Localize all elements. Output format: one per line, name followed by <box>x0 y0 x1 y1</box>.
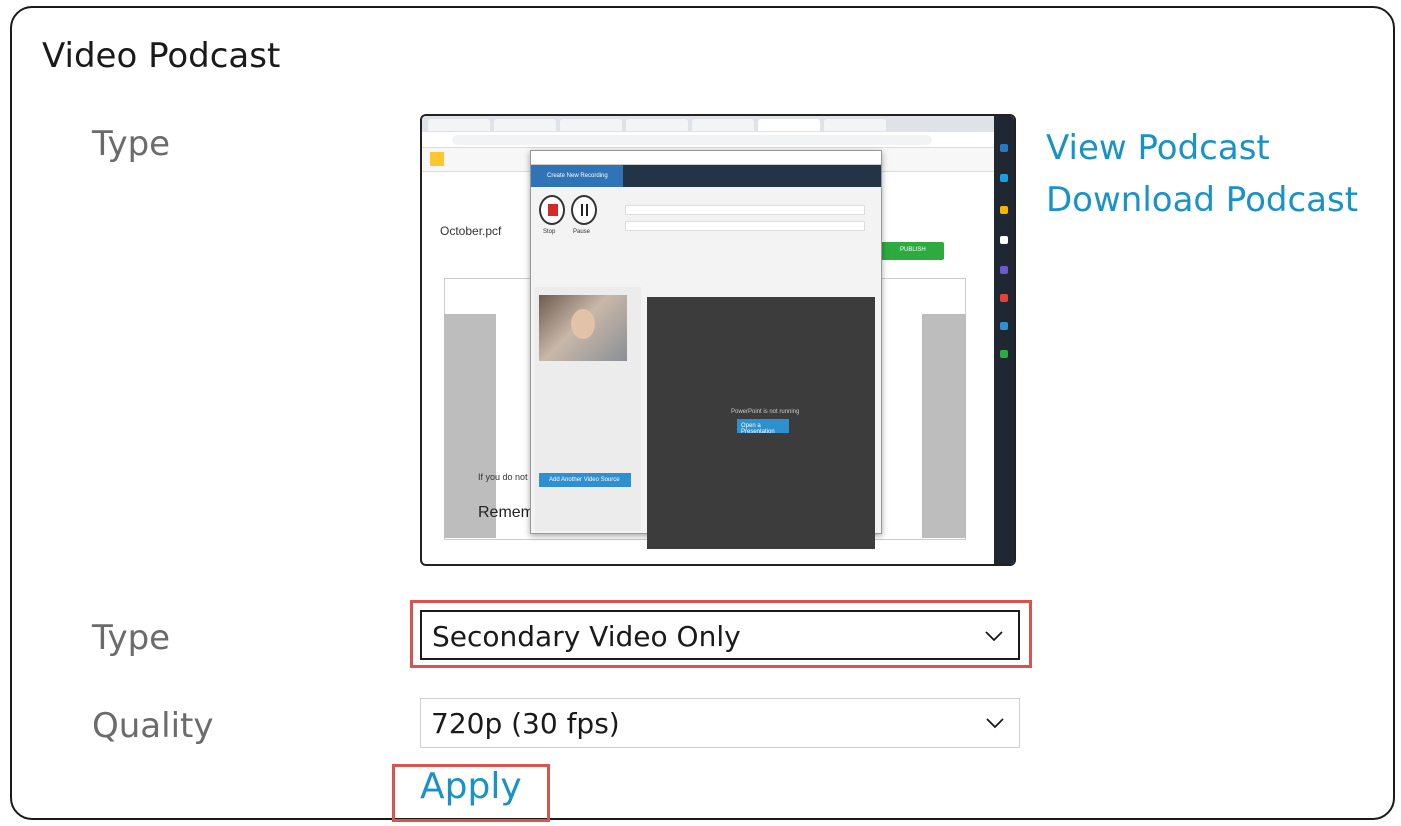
quality-select[interactable]: 720p (30 fps) <box>420 698 1020 748</box>
record-stop-icon <box>539 195 565 225</box>
preview-nav-selected: Create New Recording <box>547 173 608 179</box>
quality-select-value: 720p (30 fps) <box>431 707 620 740</box>
type-label: Type <box>92 618 171 658</box>
pause-icon <box>571 195 597 225</box>
panel-title: Video Podcast <box>42 36 281 76</box>
preview-stop-label: Stop <box>543 229 556 235</box>
preview-browser-tabs <box>422 116 1014 132</box>
university-logo-icon <box>430 152 444 166</box>
type-label-preview: Type <box>92 124 171 164</box>
preview-pause-label: Pause <box>573 229 591 235</box>
preview-page-title: October.pcf <box>440 224 502 238</box>
preview-dark-message: PowerPoint is not running <box>731 409 800 415</box>
download-podcast-link[interactable]: Download Podcast <box>1046 174 1358 226</box>
preview-publish-label: PUBLISH <box>900 247 926 253</box>
preview-open-button: Open a Presentation <box>741 423 775 435</box>
preview-recorder-dialog: Create New Recording Stop Pause Add Anot… <box>530 150 882 549</box>
apply-highlight-box <box>392 764 550 822</box>
podcast-links: View Podcast Download Podcast <box>1046 122 1358 226</box>
podcast-preview-thumbnail: October.pcf PUBLISH If you do not want y… <box>420 114 1016 566</box>
view-podcast-link[interactable]: View Podcast <box>1046 122 1358 174</box>
quality-label: Quality <box>92 706 214 746</box>
preview-add-source: Add Another Video Source <box>549 477 620 483</box>
video-podcast-panel: Video Podcast Type October.pcf PUBLISH I… <box>10 6 1395 822</box>
preview-taskbar <box>994 116 1014 564</box>
type-highlight-box <box>410 600 1032 668</box>
chevron-down-icon <box>986 718 1004 729</box>
